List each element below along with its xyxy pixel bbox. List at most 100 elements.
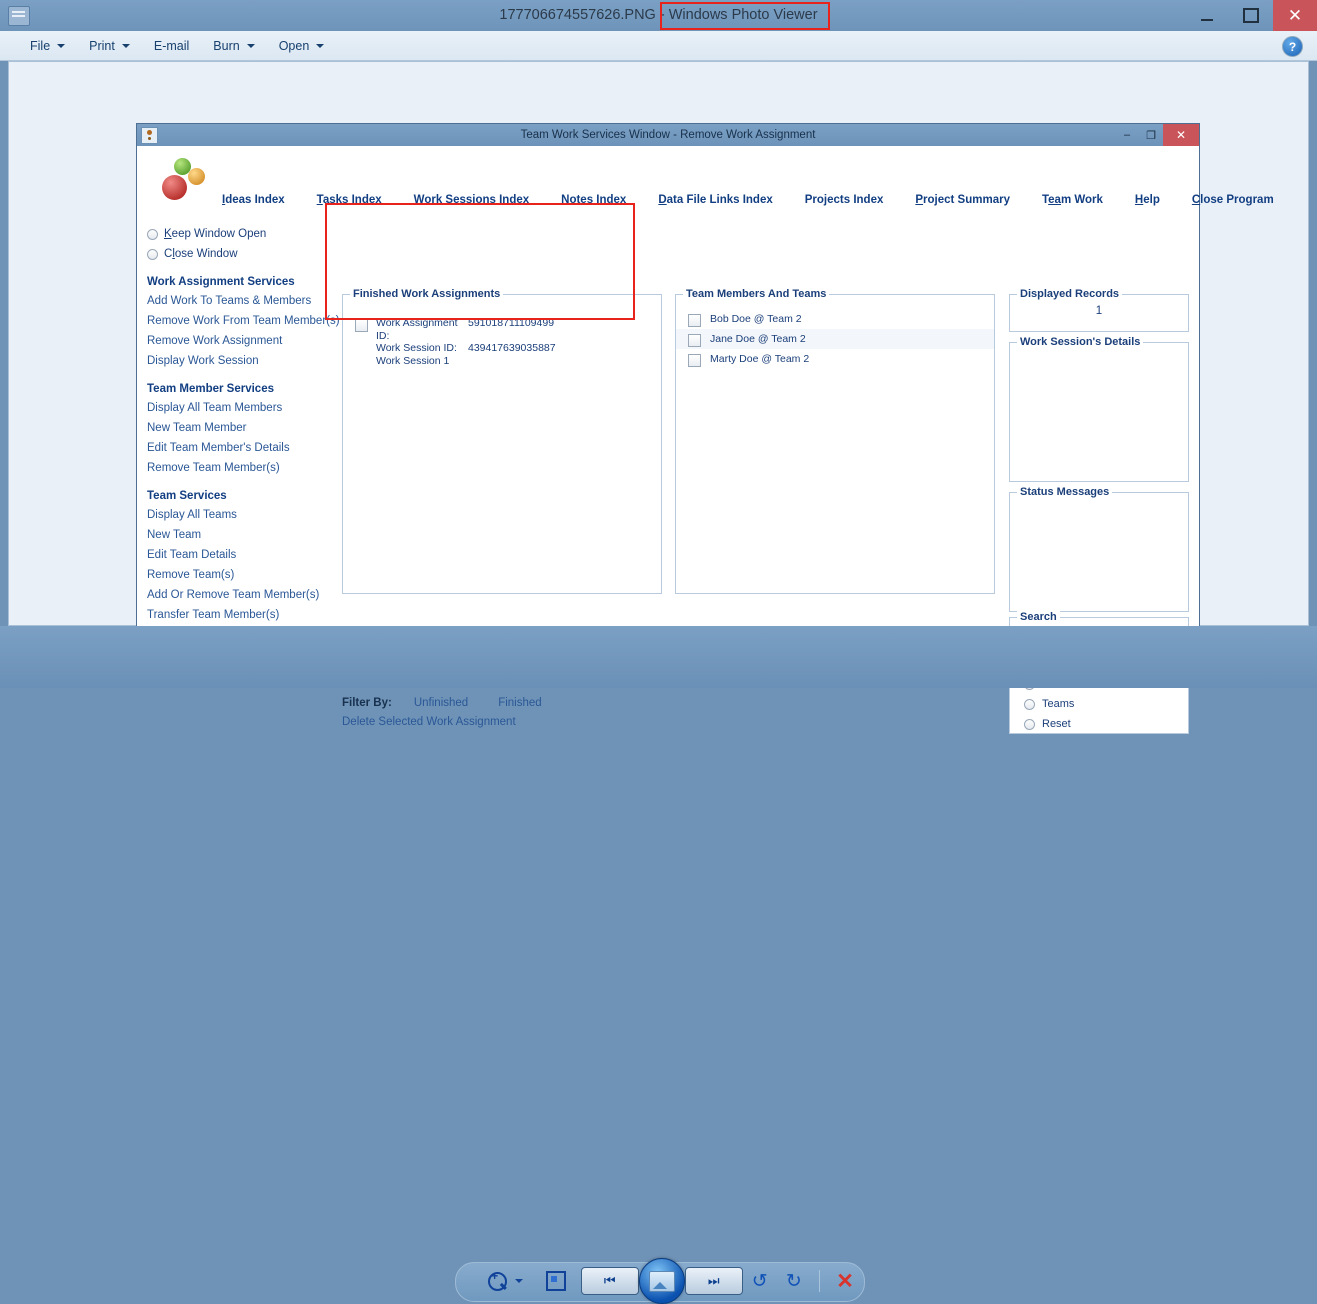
work-session-name: Work Session 1 xyxy=(376,354,450,367)
menu-burn-label: Burn xyxy=(213,38,240,53)
list-item[interactable]: Bob Doe @ Team 2 xyxy=(676,309,994,329)
work-session-details-legend: Work Session's Details xyxy=(1017,336,1144,348)
sidebar-item-display-all-teams[interactable]: Display All Teams xyxy=(147,505,332,525)
checkbox-icon[interactable] xyxy=(688,353,701,367)
sidebar-item-remove-work-from-team-members[interactable]: Remove Work From Team Member(s) xyxy=(147,311,340,331)
radio-search-reset[interactable]: Reset xyxy=(1024,718,1071,730)
radio-search-teams[interactable]: Teams xyxy=(1024,698,1074,710)
radio-icon xyxy=(147,228,158,240)
photo-controls: ⏮ ⏭ ↺ ↻ ✕ xyxy=(455,1258,863,1304)
window-controls: ✕ xyxy=(1185,0,1317,31)
menu-work-sessions-index[interactable]: Work Sessions Index xyxy=(414,194,529,206)
sidebar: Keep Window Open Close Window Work Assig… xyxy=(147,224,340,625)
displayed-records-panel: Displayed Records 1 xyxy=(1009,288,1189,332)
rotate-left-button[interactable]: ↺ xyxy=(743,1262,777,1300)
team-members-and-teams-panel: Team Members And Teams Bob Doe @ Team 2 … xyxy=(675,288,995,594)
status-messages-legend: Status Messages xyxy=(1017,486,1113,498)
menu-file[interactable]: File xyxy=(18,31,77,60)
filter-unfinished-link[interactable]: Unfinished xyxy=(414,697,468,709)
minimize-button[interactable] xyxy=(1185,0,1229,31)
menu-projects-index[interactable]: Projects Index xyxy=(805,194,884,206)
menu-close-program[interactable]: Close Program xyxy=(1192,194,1274,206)
sidebar-item-display-work-session[interactable]: Display Work Session xyxy=(147,351,332,371)
sidebar-item-remove-team-members[interactable]: Remove Team Member(s) xyxy=(147,458,332,478)
menu-team-work[interactable]: Team Work xyxy=(1042,194,1103,206)
help-icon[interactable]: ? xyxy=(1282,36,1303,57)
work-assignment-details: Work Assignment ID: 591018711109499 Work… xyxy=(376,317,556,367)
sidebar-item-new-team-member[interactable]: New Team Member xyxy=(147,418,332,438)
control-divider xyxy=(811,1262,827,1300)
filter-finished-link[interactable]: Finished xyxy=(498,697,541,709)
section-heading-work-assignment-services: Work Assignment Services xyxy=(147,276,295,288)
list-item[interactable]: Marty Doe @ Team 2 xyxy=(676,349,994,369)
work-assignment-id-value: 591018711109499 xyxy=(468,317,555,329)
menu-help[interactable]: Help xyxy=(1135,194,1160,206)
search-legend: Search xyxy=(1017,611,1060,623)
menu-email[interactable]: E-mail xyxy=(142,31,201,60)
work-session-details-panel: Work Session's Details xyxy=(1009,336,1189,482)
sidebar-item-add-work-to-teams-members[interactable]: Add Work To Teams & Members xyxy=(147,291,332,311)
work-assignment-list-item[interactable]: Work Assignment ID: 591018711109499 Work… xyxy=(355,317,556,367)
checkbox-icon[interactable] xyxy=(688,313,701,327)
menu-project-summary[interactable]: Project Summary xyxy=(915,194,1010,206)
delete-button[interactable]: ✕ xyxy=(827,1262,863,1300)
menu-burn[interactable]: Burn xyxy=(201,31,266,60)
menu-ideas-index[interactable]: Ideas Index xyxy=(222,194,285,206)
menu-email-label: E-mail xyxy=(153,38,190,53)
fit-to-window-icon xyxy=(545,1271,566,1291)
radio-close-window[interactable]: Close Window xyxy=(147,244,332,264)
app-close-button[interactable]: ✕ xyxy=(1163,124,1199,146)
finished-work-assignments-panel: Finished Work Assignments Work Assignmen… xyxy=(342,288,662,594)
menu-print-label: Print xyxy=(89,38,115,53)
zoom-button[interactable] xyxy=(455,1262,508,1300)
photo-viewer-titlebar: 177706674557626.PNG - Windows Photo View… xyxy=(0,0,1317,31)
work-session-id-label: Work Session ID: xyxy=(376,342,457,354)
close-button[interactable]: ✕ xyxy=(1273,0,1317,31)
app-window-controls: – ❐ ✕ xyxy=(1115,124,1199,146)
delete-selected-work-assignment-link[interactable]: Delete Selected Work Assignment xyxy=(342,716,516,728)
sidebar-item-add-or-remove-team-members[interactable]: Add Or Remove Team Member(s) xyxy=(147,585,332,605)
rotate-right-button[interactable]: ↻ xyxy=(777,1262,811,1300)
radio-keep-window-open[interactable]: Keep Window Open xyxy=(147,224,332,244)
sidebar-item-new-team[interactable]: New Team xyxy=(147,525,332,545)
chevron-down-icon xyxy=(121,43,130,48)
app-maximize-button[interactable]: ❐ xyxy=(1139,124,1163,146)
work-assignment-id-label: Work Assignment ID: xyxy=(376,317,458,342)
app-minimize-button[interactable]: – xyxy=(1115,124,1139,146)
checkbox-icon[interactable] xyxy=(355,319,368,332)
slideshow-button[interactable] xyxy=(638,1258,685,1304)
section-heading-team-member-services: Team Member Services xyxy=(147,383,274,395)
maximize-button[interactable] xyxy=(1229,0,1273,31)
menu-print[interactable]: Print xyxy=(77,31,142,60)
app-window-title: Team Work Services Window - Remove Work … xyxy=(520,129,816,141)
app-titlebar: Team Work Services Window - Remove Work … xyxy=(137,124,1199,146)
next-icon: ⏭ xyxy=(684,1267,743,1295)
slideshow-icon xyxy=(638,1258,685,1304)
sidebar-item-edit-team-members-details[interactable]: Edit Team Member's Details xyxy=(147,438,332,458)
next-button[interactable]: ⏭ xyxy=(684,1262,743,1300)
radio-icon xyxy=(147,248,158,260)
caret-down-icon xyxy=(514,1279,523,1283)
magnifier-plus-icon xyxy=(488,1269,508,1291)
radio-keep-window-open-label: Keep Window Open xyxy=(164,228,267,240)
menu-data-file-links-index[interactable]: Data File Links Index xyxy=(658,194,772,206)
list-item[interactable]: Jane Doe @ Team 2 xyxy=(676,329,994,349)
checkbox-icon[interactable] xyxy=(688,333,701,347)
menu-open[interactable]: Open xyxy=(267,31,337,60)
team-members-and-teams-legend: Team Members And Teams xyxy=(683,288,830,300)
toolbar-menu: File Print E-mail Burn Open xyxy=(18,31,336,60)
fit-to-window-button[interactable] xyxy=(530,1262,580,1300)
menu-tasks-index[interactable]: Tasks Index xyxy=(317,194,382,206)
sidebar-item-transfer-team-members[interactable]: Transfer Team Member(s) xyxy=(147,605,332,625)
member-label: Jane Doe @ Team 2 xyxy=(710,333,806,345)
radio-icon xyxy=(1024,698,1035,710)
sidebar-item-remove-teams[interactable]: Remove Team(s) xyxy=(147,565,332,585)
sidebar-item-remove-work-assignment[interactable]: Remove Work Assignment xyxy=(147,331,332,351)
menu-notes-index[interactable]: Notes Index xyxy=(561,194,626,206)
previous-button[interactable]: ⏮ xyxy=(580,1262,639,1300)
menu-open-label: Open xyxy=(278,38,310,53)
radio-close-window-label: Close Window xyxy=(164,248,238,260)
sidebar-item-display-all-team-members[interactable]: Display All Team Members xyxy=(147,398,332,418)
zoom-dropdown[interactable] xyxy=(507,1262,530,1300)
sidebar-item-edit-team-details[interactable]: Edit Team Details xyxy=(147,545,332,565)
